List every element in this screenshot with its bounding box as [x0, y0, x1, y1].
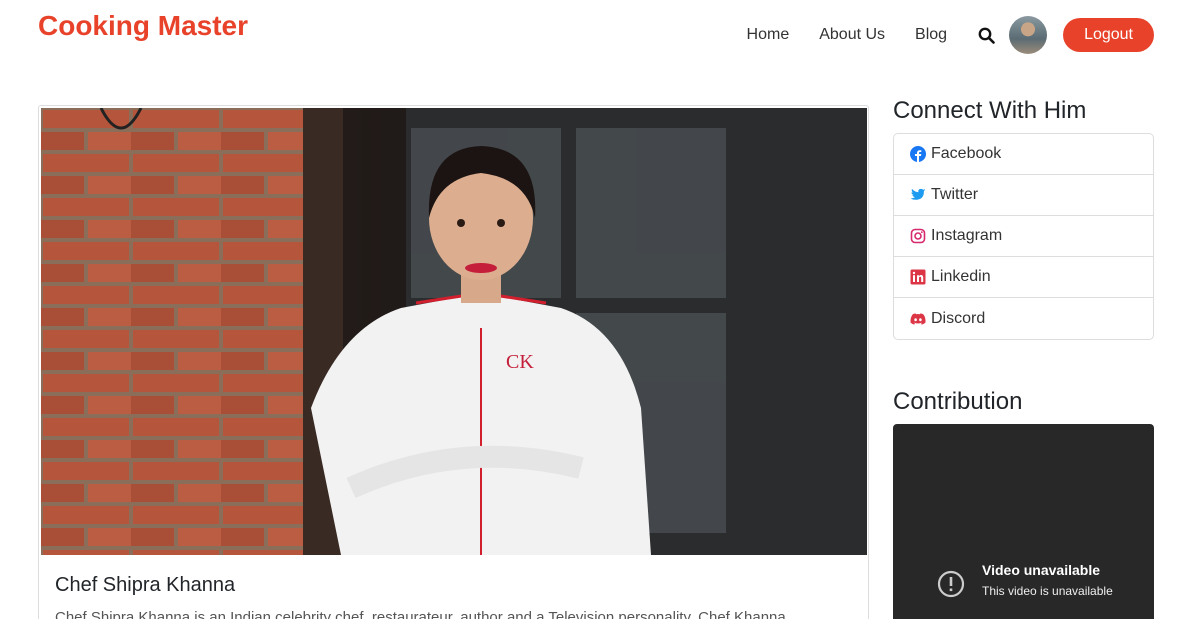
nav-about-link[interactable]: About Us — [819, 26, 885, 44]
social-links-list: Facebook Twitter Instagram Linkedin Disc… — [893, 133, 1154, 340]
instagram-icon — [910, 228, 926, 244]
social-link-discord[interactable]: Discord — [894, 298, 1153, 339]
contribution-heading: Contribution — [893, 388, 1023, 415]
chef-photo: CK — [41, 108, 867, 555]
top-nav: Home About Us Blog Logout — [747, 16, 1154, 54]
connect-heading: Connect With Him — [893, 97, 1087, 124]
contribution-section: Contribution Video unavailable This vide… — [893, 388, 1154, 619]
social-link-label: Instagram — [931, 227, 1003, 244]
avatar[interactable] — [1009, 16, 1048, 54]
social-link-label: Twitter — [931, 186, 979, 203]
social-link-label: Linkedin — [931, 268, 991, 285]
video-status-title: Video unavailable — [982, 562, 1101, 578]
chef-bio: Chef Shipra Khanna is an Indian celebrit… — [55, 609, 786, 619]
video-status-subtitle: This video is unavailable — [982, 584, 1113, 598]
social-link-label: Facebook — [931, 145, 1002, 162]
logout-button[interactable]: Logout — [1063, 18, 1154, 52]
social-link-facebook[interactable]: Facebook — [894, 134, 1153, 175]
chef-card: CK Chef Shipra Khanna Chef Shipra Khanna… — [38, 105, 869, 619]
chef-name: Chef Shipra Khanna — [55, 574, 236, 596]
facebook-icon — [910, 146, 926, 162]
alert-circle-icon — [937, 570, 965, 598]
social-link-twitter[interactable]: Twitter — [894, 175, 1153, 216]
social-link-instagram[interactable]: Instagram — [894, 216, 1153, 257]
video-status: Video unavailable This video is unavaila… — [982, 562, 1113, 598]
card-body: Chef Shipra Khanna Chef Shipra Khanna is… — [55, 574, 852, 619]
nav-blog-link[interactable]: Blog — [915, 26, 947, 44]
brand-logo[interactable]: Cooking Master — [38, 10, 248, 42]
linkedin-icon — [910, 269, 926, 285]
nav-home-link[interactable]: Home — [747, 26, 790, 44]
video-embed[interactable]: Video unavailable This video is unavaila… — [893, 424, 1154, 619]
svg-text:CK: CK — [506, 351, 534, 373]
search-icon[interactable] — [977, 26, 995, 44]
discord-icon — [910, 312, 926, 325]
twitter-icon — [910, 188, 926, 200]
social-link-linkedin[interactable]: Linkedin — [894, 257, 1153, 298]
connect-section: Connect With Him Facebook Twitter Instag… — [893, 97, 1154, 340]
social-link-label: Discord — [931, 309, 986, 327]
